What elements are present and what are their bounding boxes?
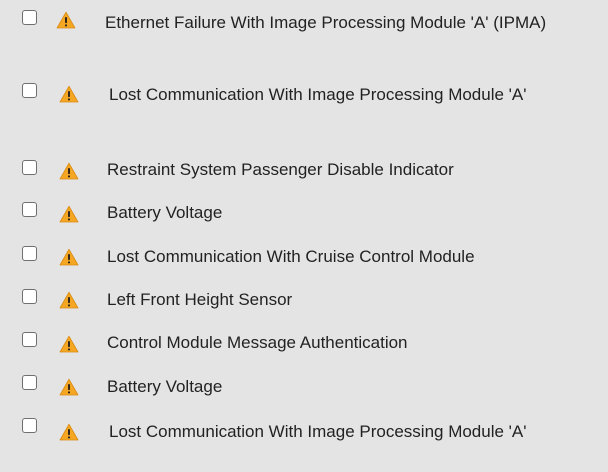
- dtc-row: Ethernet Failure With Image Processing M…: [0, 0, 608, 72]
- dtc-label: Lost Communication With Cruise Control M…: [107, 247, 475, 266]
- row-checkbox[interactable]: [22, 418, 37, 433]
- warning-icon: [59, 85, 79, 103]
- dtc-list: Ethernet Failure With Image Processing M…: [0, 0, 608, 472]
- row-checkbox[interactable]: [22, 10, 37, 25]
- dtc-row: Control Module Message Authentication: [0, 320, 608, 364]
- dtc-row: Lost Communication With Cruise Control M…: [0, 234, 608, 278]
- dtc-row: Battery Voltage: [0, 364, 608, 406]
- dtc-label: Left Front Height Sensor: [107, 290, 293, 309]
- warning-icon: [59, 162, 79, 180]
- row-checkbox[interactable]: [22, 332, 37, 347]
- warning-icon: [59, 248, 79, 266]
- dtc-row: Left Front Height Sensor: [0, 278, 608, 320]
- dtc-row: Restraint System Passenger Disable Indic…: [0, 150, 608, 192]
- dtc-label: Battery Voltage: [107, 377, 223, 396]
- warning-icon: [59, 205, 79, 223]
- warning-icon: [59, 378, 79, 396]
- warning-icon: [59, 291, 79, 309]
- dtc-label: Lost Communication With Image Processing…: [109, 85, 527, 104]
- dtc-label: Ethernet Failure With Image Processing M…: [105, 13, 547, 32]
- dtc-label: Restraint System Passenger Disable Indic…: [107, 160, 454, 179]
- dtc-row: Lost Communication With Image Processing…: [0, 406, 608, 472]
- row-checkbox[interactable]: [22, 289, 37, 304]
- dtc-row: Battery Voltage: [0, 192, 608, 234]
- warning-icon: [56, 11, 76, 29]
- warning-icon: [59, 335, 79, 353]
- row-checkbox[interactable]: [22, 375, 37, 390]
- dtc-row: Lost Communication With Image Processing…: [0, 72, 608, 150]
- row-checkbox[interactable]: [22, 160, 37, 175]
- dtc-label: Battery Voltage: [107, 203, 223, 222]
- warning-icon: [59, 423, 79, 441]
- row-checkbox[interactable]: [22, 83, 37, 98]
- row-checkbox[interactable]: [22, 246, 37, 261]
- row-checkbox[interactable]: [22, 202, 37, 217]
- dtc-label: Control Module Message Authentication: [107, 333, 408, 352]
- dtc-label: Lost Communication With Image Processing…: [109, 422, 527, 441]
